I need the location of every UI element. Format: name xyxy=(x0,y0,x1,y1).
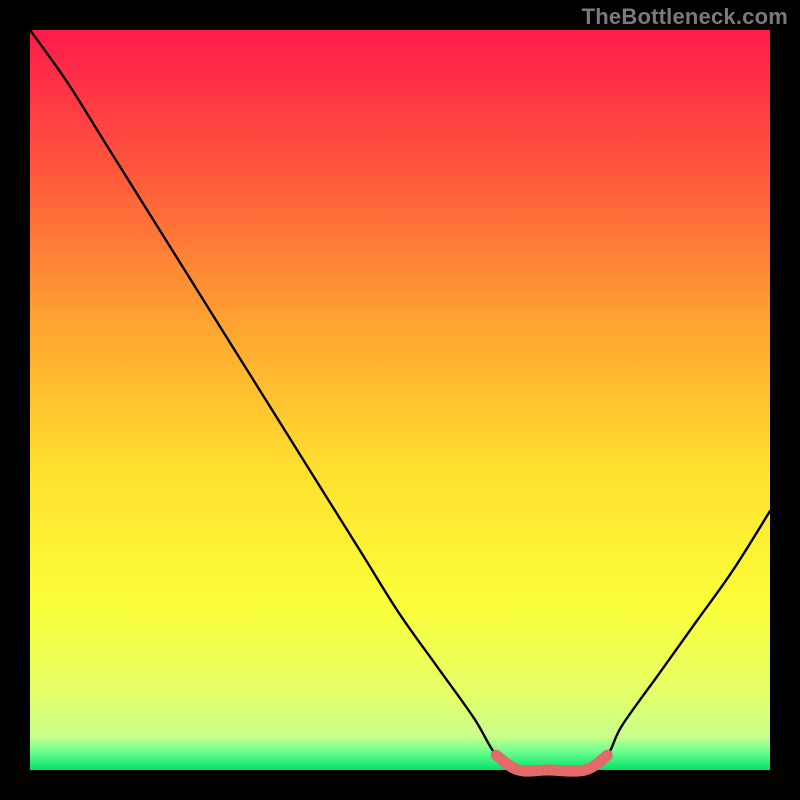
bottleneck-chart xyxy=(0,0,800,800)
watermark-text: TheBottleneck.com xyxy=(582,4,788,30)
chart-container: TheBottleneck.com xyxy=(0,0,800,800)
gradient-background xyxy=(30,30,770,770)
